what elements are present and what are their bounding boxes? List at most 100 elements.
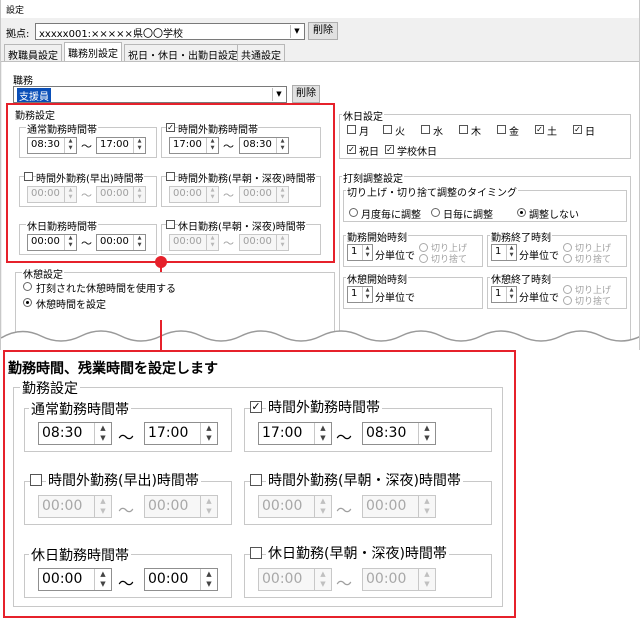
- zoom-tilde: ～: [336, 428, 353, 447]
- break-option2-radio[interactable]: [23, 298, 32, 307]
- zoom-heading: 勤務時間、残業時間を設定します: [8, 361, 218, 377]
- location-select[interactable]: xxxxx001:×××××県〇〇学校 ▼: [35, 23, 305, 40]
- work-end-round-up-radio[interactable]: [563, 243, 572, 252]
- timing-title: 切り上げ・切り捨て調整のタイミング: [346, 184, 518, 199]
- spin-arrows-icon[interactable]: ▲ ▼: [418, 423, 435, 444]
- timing-daily-radio[interactable]: [431, 208, 440, 217]
- spin-arrows-icon[interactable]: ▲ ▼: [418, 496, 435, 517]
- zoom-early-from-value: 00:00: [42, 498, 83, 514]
- thu-checkbox[interactable]: [459, 125, 468, 134]
- zoom-early-label: 時間外勤務(早出)時間帯: [46, 470, 201, 490]
- zoom-early-checkbox[interactable]: [30, 474, 42, 486]
- zoom-normal-from-value: 08:30: [42, 425, 83, 441]
- wed-checkbox[interactable]: [421, 125, 430, 134]
- zoom-tilde: ～: [118, 574, 135, 593]
- settings-window-screenshot: 設定 拠点: xxxxx001:×××××県〇〇学校 ▼ 削除 教職員設定 職務…: [0, 0, 640, 350]
- mon-checkbox[interactable]: [347, 125, 356, 134]
- location-value: xxxxx001:×××××県〇〇学校: [39, 29, 183, 40]
- zoom-normal-to-spinner[interactable]: 17:00 ▲ ▼: [144, 422, 218, 445]
- timing-monthly-radio[interactable]: [349, 208, 358, 217]
- zoom-holiday-early-late-from-spinner[interactable]: 00:00 ▲ ▼: [258, 568, 332, 591]
- spin-arrows-icon[interactable]: ▲ ▼: [314, 496, 331, 517]
- sun-checkbox[interactable]: ✓: [573, 125, 582, 134]
- job-select[interactable]: 支援員 ▼: [13, 86, 287, 103]
- spin-arrows-icon[interactable]: ▲ ▼: [362, 287, 372, 302]
- tab-staff-settings[interactable]: 教職員設定: [4, 44, 62, 62]
- job-delete-button[interactable]: 削除: [292, 85, 320, 103]
- zoom-tilde: ～: [336, 574, 353, 593]
- zoom-normal-from-spinner[interactable]: 08:30 ▲ ▼: [38, 422, 112, 445]
- window-title: 設定: [1, 0, 639, 18]
- work-start-round-down-label: 切り捨て: [431, 255, 468, 265]
- zoom-early-late-to-value: 00:00: [366, 498, 407, 514]
- spin-arrows-icon[interactable]: ▲ ▼: [200, 569, 217, 590]
- zoom-overtime-from-spinner[interactable]: 17:00 ▲ ▼: [258, 422, 332, 445]
- spin-arrows-icon[interactable]: ▲ ▼: [506, 245, 516, 260]
- break-end-unit-spinner[interactable]: 1 ▲ ▼: [491, 286, 517, 303]
- zoom-holiday-from-spinner[interactable]: 00:00 ▲ ▼: [38, 568, 112, 591]
- pointer-line-lower: [160, 320, 162, 350]
- spin-arrows-icon[interactable]: ▲ ▼: [94, 496, 111, 517]
- tab-common-settings[interactable]: 共通設定: [237, 44, 285, 62]
- work-end-round-down-label: 切り捨て: [575, 255, 612, 265]
- zoom-overtime-to-spinner[interactable]: 08:30 ▲ ▼: [362, 422, 436, 445]
- work-end-unit-value: 1: [495, 246, 502, 257]
- break-option1-label: 打刻された休憩時間を使用する: [36, 284, 176, 295]
- tue-checkbox[interactable]: [383, 125, 392, 134]
- spin-arrows-icon[interactable]: ▲ ▼: [314, 569, 331, 590]
- work-start-unit-value: 1: [351, 246, 358, 257]
- break-start-unit-spinner[interactable]: 1 ▲ ▼: [347, 286, 373, 303]
- spin-arrows-icon[interactable]: ▲ ▼: [506, 287, 516, 302]
- zoom-holiday-to-spinner[interactable]: 00:00 ▲ ▼: [144, 568, 218, 591]
- job-label: 職務: [13, 76, 33, 87]
- spin-arrows-icon[interactable]: ▲ ▼: [94, 423, 111, 444]
- school-holiday-checkbox[interactable]: ✓: [385, 145, 394, 154]
- break-end-round-up-radio[interactable]: [563, 285, 572, 294]
- work-end-round-down-radio[interactable]: [563, 254, 572, 263]
- fri-label: 金: [509, 127, 519, 138]
- spin-arrows-icon[interactable]: ▲ ▼: [200, 423, 217, 444]
- location-delete-button[interactable]: 削除: [308, 22, 338, 40]
- zoom-holiday-label: 休日勤務時間帯: [29, 545, 131, 565]
- zoom-holiday-from-value: 00:00: [42, 571, 83, 587]
- zoom-holiday-early-late-checkbox[interactable]: [250, 547, 262, 559]
- zoom-overtime-from-value: 17:00: [262, 425, 303, 441]
- national-holiday-checkbox[interactable]: ✓: [347, 145, 356, 154]
- spin-arrows-icon[interactable]: ▲ ▼: [362, 245, 372, 260]
- zoom-early-to-value: 00:00: [148, 498, 189, 514]
- zoom-holiday-early-late-to-spinner[interactable]: 00:00 ▲ ▼: [362, 568, 436, 591]
- zoom-early-from-spinner[interactable]: 00:00 ▲ ▼: [38, 495, 112, 518]
- zoom-early-late-from-value: 00:00: [262, 498, 303, 514]
- pointer-dot: [155, 256, 167, 268]
- zoom-overtime-checkbox[interactable]: ✓: [250, 401, 262, 413]
- zoom-early-late-from-spinner[interactable]: 00:00 ▲ ▼: [258, 495, 332, 518]
- wed-label: 水: [433, 127, 443, 138]
- tab-holiday-settings[interactable]: 祝日・休日・出勤日設定: [124, 44, 242, 62]
- timing-monthly-label: 月度毎に調整: [361, 210, 421, 221]
- break-end-round-down-radio[interactable]: [563, 296, 572, 305]
- sat-checkbox[interactable]: ✓: [535, 125, 544, 134]
- zoom-overtime-to-value: 08:30: [366, 425, 407, 441]
- zoom-early-late-checkbox[interactable]: [250, 474, 262, 486]
- spin-arrows-icon[interactable]: ▲ ▼: [200, 496, 217, 517]
- national-holiday-label: 祝日: [359, 147, 379, 158]
- zoom-early-to-spinner[interactable]: 00:00 ▲ ▼: [144, 495, 218, 518]
- timing-none-radio[interactable]: [517, 208, 526, 217]
- work-end-unit-spinner[interactable]: 1 ▲ ▼: [491, 244, 517, 261]
- stamp-settings-title: 打刻調整設定: [342, 170, 404, 185]
- break-option1-radio[interactable]: [23, 282, 32, 291]
- spin-arrows-icon[interactable]: ▲ ▼: [314, 423, 331, 444]
- work-start-round-down-radio[interactable]: [419, 254, 428, 263]
- work-start-unit-spinner[interactable]: 1 ▲ ▼: [347, 244, 373, 261]
- work-start-round-up-radio[interactable]: [419, 243, 428, 252]
- break-end-unit-value: 1: [495, 288, 502, 299]
- zoom-early-late-to-spinner[interactable]: 00:00 ▲ ▼: [362, 495, 436, 518]
- fri-checkbox[interactable]: [497, 125, 506, 134]
- zoom-tilde: ～: [336, 501, 353, 520]
- spin-arrows-icon[interactable]: ▲ ▼: [94, 569, 111, 590]
- spin-arrows-icon[interactable]: ▲ ▼: [418, 569, 435, 590]
- job-value: 支援員: [17, 88, 51, 102]
- timing-none-label: 調整しない: [529, 210, 579, 221]
- tue-label: 火: [395, 127, 405, 138]
- tab-job-settings[interactable]: 職務別設定: [64, 42, 122, 62]
